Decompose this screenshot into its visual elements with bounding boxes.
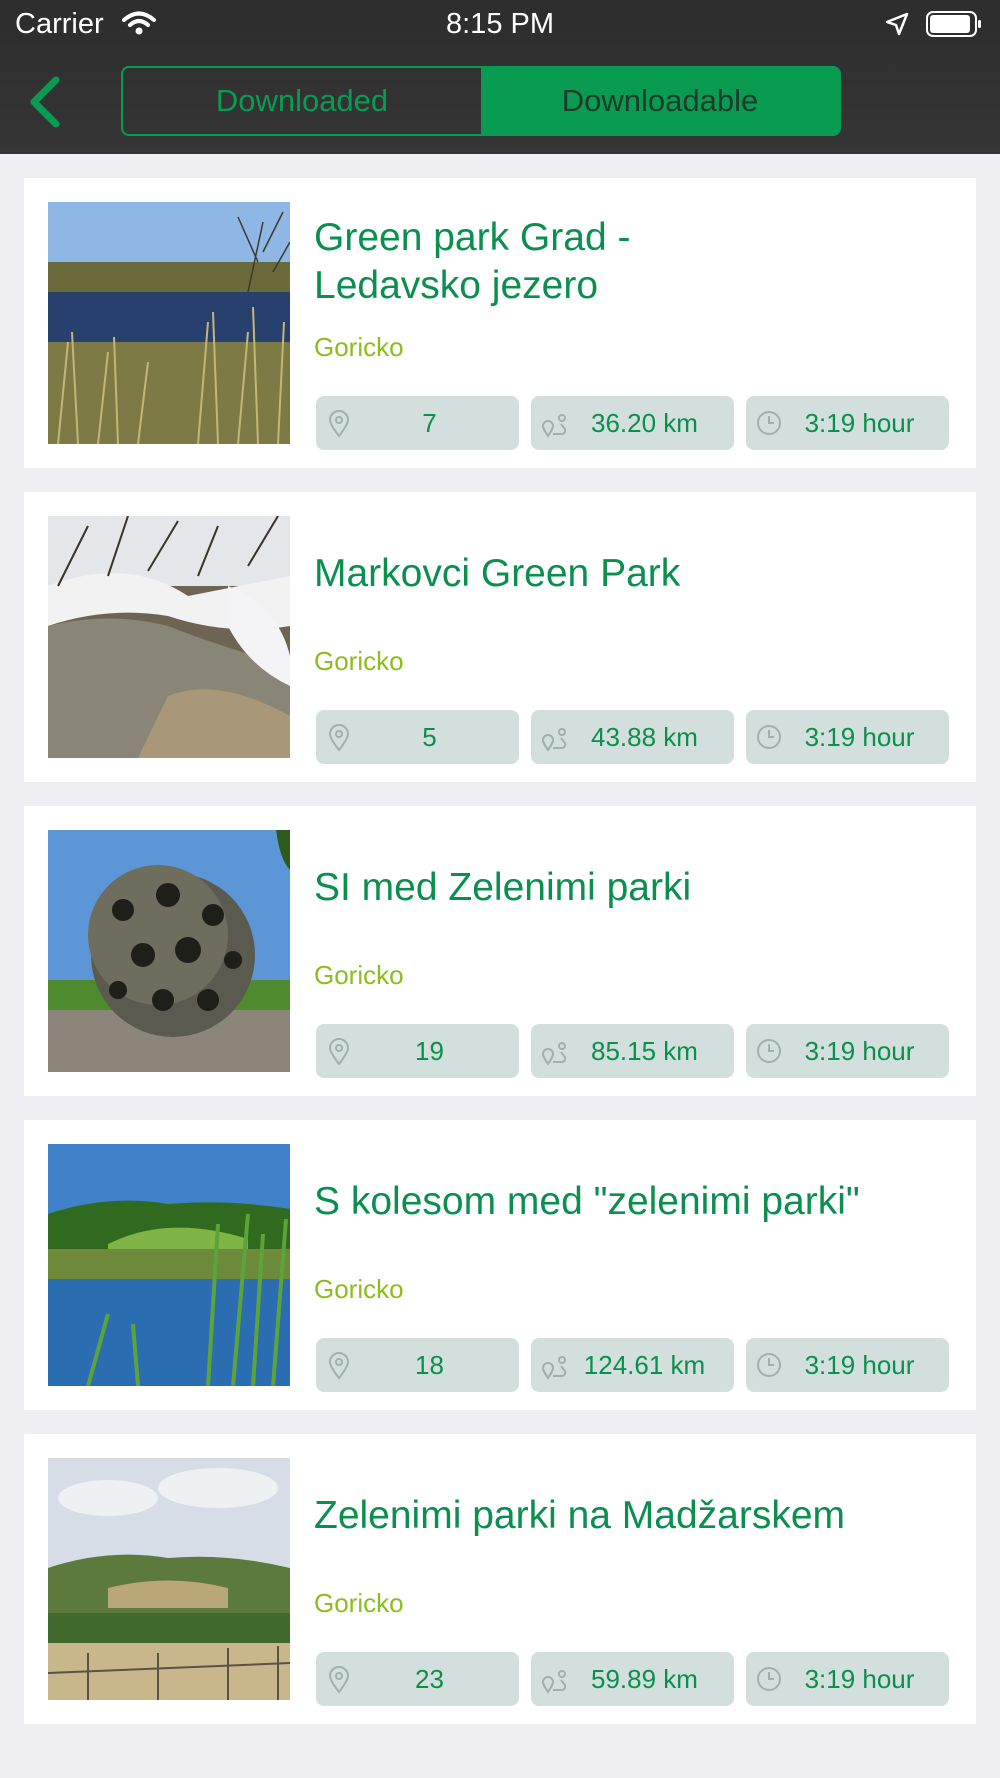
duration-value: 3:19 hour: [804, 1349, 915, 1380]
route-region: Goricko: [314, 1588, 404, 1618]
route-distance-icon: [541, 1670, 567, 1694]
location-arrow-icon: [885, 12, 909, 36]
route-title: S kolesom med "zelenimi parki": [314, 1180, 860, 1223]
route-title-line: Green park Grad -: [314, 216, 631, 259]
distance-pill: 59.89 km: [531, 1652, 734, 1706]
route-title: Green park Grad - Ledavsko jezero: [314, 214, 954, 310]
route-distance-icon: [541, 1042, 567, 1066]
route-region: Goricko: [314, 332, 404, 362]
duration-pill: 3:19 hour: [746, 710, 949, 764]
route-thumbnail: [48, 1144, 290, 1386]
duration-pill: 3:19 hour: [746, 396, 949, 450]
distance-value: 36.20 km: [591, 407, 698, 438]
map-pin-icon: [328, 410, 350, 438]
route-distance-icon: [541, 728, 567, 752]
route-thumbnail: [48, 1458, 290, 1700]
route-card[interactable]: Green park Grad - Ledavsko jezero Gorick…: [24, 178, 976, 468]
duration-pill: 3:19 hour: [746, 1652, 949, 1706]
route-distance-icon: [541, 414, 567, 438]
route-thumbnail: [48, 516, 290, 758]
route-stats: 23 59.89 km 3:19 hour: [316, 1652, 949, 1706]
points-pill: 5: [316, 710, 519, 764]
points-count: 7: [422, 407, 437, 438]
distance-pill: 43.88 km: [531, 710, 734, 764]
route-thumbnail: [48, 202, 290, 444]
duration-value: 3:19 hour: [804, 1035, 915, 1066]
clock-icon: [757, 411, 781, 435]
clock-icon: [757, 1667, 781, 1691]
distance-value: 124.61 km: [583, 1349, 706, 1380]
tab-downloadable[interactable]: Downloadable: [481, 68, 839, 134]
clock-icon: [757, 725, 781, 749]
duration-value: 3:19 hour: [804, 1663, 915, 1694]
points-pill: 19: [316, 1024, 519, 1078]
route-region: Goricko: [314, 960, 404, 990]
route-title: Zelenimi parki na Madžarskem: [314, 1494, 846, 1537]
map-pin-icon: [328, 1038, 350, 1066]
points-pill: 7: [316, 396, 519, 450]
route-distance-icon: [541, 1356, 567, 1380]
route-thumbnail: [48, 830, 290, 1072]
clock-icon: [757, 1039, 781, 1063]
route-region: Goricko: [314, 646, 404, 676]
back-chevron-icon[interactable]: [28, 76, 68, 128]
duration-pill: 3:19 hour: [746, 1338, 949, 1392]
route-title: Markovci Green Park: [314, 552, 681, 595]
distance-value: 59.89 km: [591, 1663, 698, 1694]
navigation-bar: Downloaded Downloadable: [0, 50, 1000, 154]
points-count: 23: [415, 1663, 444, 1694]
distance-pill: 36.20 km: [531, 396, 734, 450]
clock: 8:15 PM: [446, 8, 554, 40]
top-bar: Carrier 8:15 PM Downloaded Downloadable: [0, 0, 1000, 154]
duration-value: 3:19 hour: [804, 721, 915, 752]
route-title: SI med Zelenimi parki: [314, 866, 692, 909]
route-stats: 19 85.15 km 3:19 hour: [316, 1024, 949, 1078]
battery-icon: [926, 11, 981, 37]
route-stats: 5 43.88 km 3:19 hour: [316, 710, 949, 764]
distance-pill: 124.61 km: [531, 1338, 734, 1392]
tab-downloaded[interactable]: Downloaded: [123, 68, 481, 134]
points-count: 19: [415, 1035, 444, 1066]
clock-icon: [757, 1353, 781, 1377]
distance-value: 85.15 km: [591, 1035, 698, 1066]
status-bar: Carrier 8:15 PM: [0, 0, 1000, 50]
map-pin-icon: [328, 724, 350, 752]
route-list: Green park Grad - Ledavsko jezero Gorick…: [24, 178, 976, 1748]
distance-pill: 85.15 km: [531, 1024, 734, 1078]
route-stats: 18 124.61 km 3:19 hour: [316, 1338, 949, 1392]
route-card[interactable]: S kolesom med "zelenimi parki" Goricko 1…: [24, 1120, 976, 1410]
duration-value: 3:19 hour: [804, 407, 915, 438]
points-pill: 23: [316, 1652, 519, 1706]
route-region: Goricko: [314, 1274, 404, 1304]
distance-value: 43.88 km: [591, 721, 698, 752]
map-pin-icon: [328, 1666, 350, 1694]
route-card[interactable]: Markovci Green Park Goricko 5 43.88 km 3…: [24, 492, 976, 782]
route-card[interactable]: SI med Zelenimi parki Goricko 19 85.15 k…: [24, 806, 976, 1096]
points-count: 5: [422, 721, 437, 752]
route-card[interactable]: Zelenimi parki na Madžarskem Goricko 23 …: [24, 1434, 976, 1724]
duration-pill: 3:19 hour: [746, 1024, 949, 1078]
points-pill: 18: [316, 1338, 519, 1392]
route-stats: 7 36.20 km 3:19 hour: [316, 396, 949, 450]
points-count: 18: [415, 1349, 444, 1380]
map-pin-icon: [328, 1352, 350, 1380]
route-title-line: Ledavsko jezero: [314, 264, 599, 307]
segmented-control: Downloaded Downloadable: [121, 66, 841, 136]
